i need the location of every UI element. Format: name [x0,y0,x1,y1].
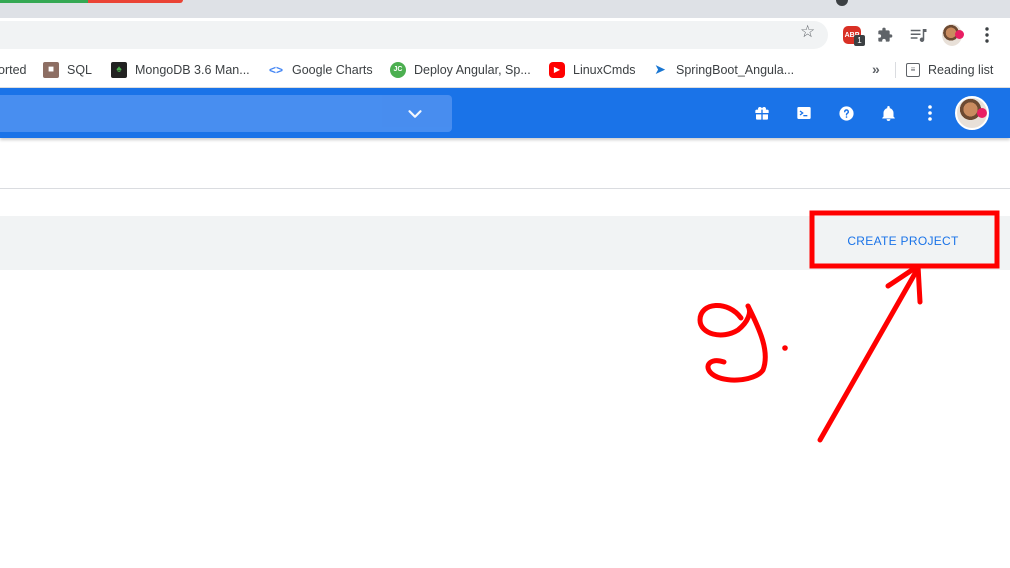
address-bar[interactable] [0,21,828,49]
bookmark-item-springboot[interactable]: ➤ SpringBoot_Angula... [652,53,794,86]
reading-list-button[interactable]: ≡ Reading list [906,53,993,86]
tab-group-indicator-red[interactable] [88,0,183,3]
bookmark-item-sql[interactable]: ■ SQL [43,53,92,86]
bookmark-label: SQL [67,62,93,77]
bookmark-label: MongoDB 3.6 Man... [135,62,250,77]
reading-list-icon: ≡ [906,62,920,77]
extension-badge: 1 [854,35,865,46]
adblock-extension-icon[interactable]: ABP 1 [842,25,865,46]
bookmark-item-linuxcmds[interactable]: ▶ LinuxCmds [549,53,636,86]
browser-tab-strip [0,0,1010,18]
bookmark-star-icon[interactable]: ☆ [800,23,815,41]
bookmark-item-imported[interactable]: orted [0,53,27,86]
tab-indicator-dot [836,0,848,6]
browser-menu-kebab-icon[interactable] [977,25,997,45]
cloud-shell-terminal-icon[interactable] [792,101,816,125]
gift-icon[interactable] [750,101,774,125]
console-menu-kebab-icon[interactable] [918,101,942,125]
avatar-image [942,24,964,46]
bookmark-label: Google Charts [292,62,373,77]
chevron-down-icon [408,110,422,118]
browser-toolbar: ☆ ABP 1 [0,18,1010,53]
bookmark-item-mongodb[interactable]: ♠ MongoDB 3.6 Man... [111,53,250,86]
deploy-favicon: JC [390,61,406,78]
handwritten-step-dot [782,345,788,351]
extensions-puzzle-icon[interactable] [875,25,895,45]
spring-favicon: ➤ [654,61,666,77]
handwritten-step-number [697,303,768,383]
create-project-button[interactable]: CREATE PROJECT [834,225,972,257]
bookmark-label: SpringBoot_Angula... [676,62,795,77]
bookmark-item-deploy-angular[interactable]: JC Deploy Angular, Sp... [390,53,531,86]
mongodb-leaf-icon: ♠ [111,61,127,78]
project-picker[interactable] [0,95,452,132]
bookmark-label: orted [0,62,27,77]
bookmarks-bar: orted ■ SQL ♠ MongoDB 3.6 Man... <> Goog… [0,53,1010,88]
content-divider [0,188,1010,189]
bookmark-label: Deploy Angular, Sp... [414,62,531,77]
tab-group-indicator-green[interactable] [0,0,88,3]
bookmarks-divider [895,62,896,78]
profile-avatar-icon[interactable] [942,24,964,46]
help-icon[interactable] [834,101,858,125]
notifications-bell-icon[interactable] [876,101,900,125]
bookmark-label: LinuxCmds [573,62,636,77]
sql-favicon: ■ [43,61,59,78]
reading-list-label: Reading list [928,62,994,77]
annotation-arrow-head [885,263,923,305]
youtube-icon: ▶ [549,61,565,78]
console-app-bar [0,88,1010,138]
media-queue-icon[interactable] [909,25,929,45]
code-brackets-icon: <> [268,62,283,77]
account-avatar[interactable] [955,96,989,130]
bookmark-item-google-charts[interactable]: <> Google Charts [268,53,373,86]
annotation-arrow-shaft [817,267,920,443]
more-bookmarks-chevron-icon[interactable]: » [872,61,880,77]
